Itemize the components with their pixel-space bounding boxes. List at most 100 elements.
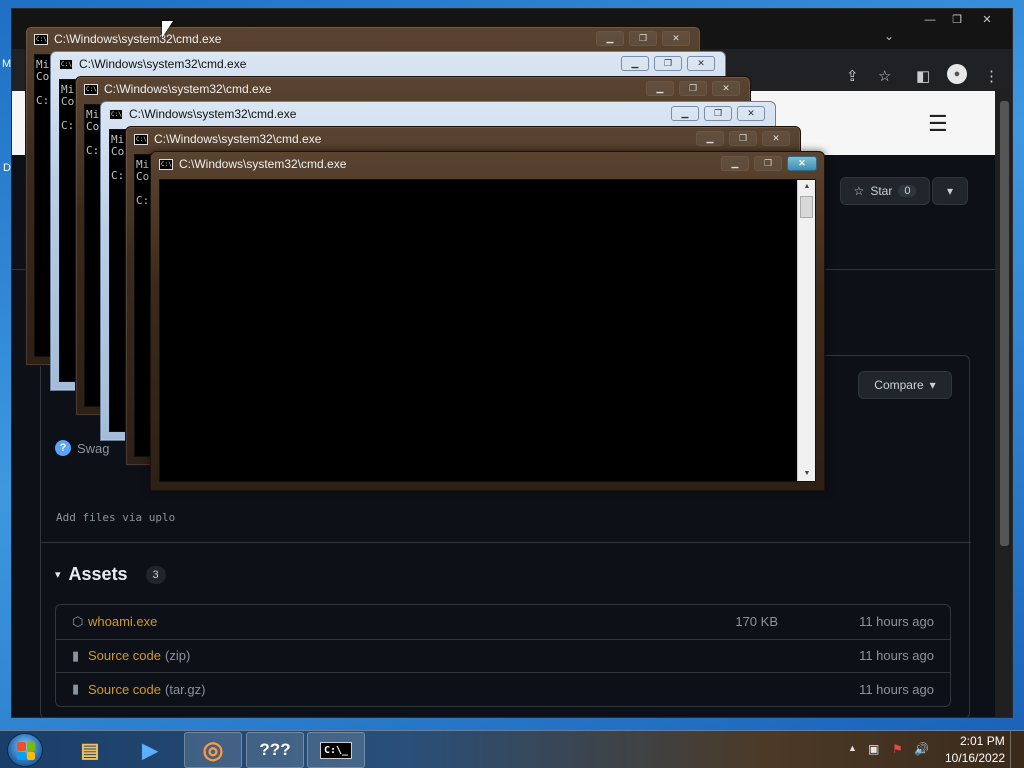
flag-pane: [26, 751, 35, 760]
taskbar: ▤ ▶ ◎??? C:\_ ▲ ▣ ⚑ 🔊 2:01 PM 10/16/2022: [0, 730, 1024, 768]
cmd-title-bar[interactable]: C:\ C:\Windows\system32\cmd.exe: [59, 57, 246, 71]
cmd-close-button[interactable]: ✕: [737, 106, 765, 121]
asset-name-link[interactable]: Source code: [88, 682, 161, 697]
side-panel-icon[interactable]: ◧: [916, 67, 930, 85]
cmd-maximize-button[interactable]: ❐: [654, 56, 682, 71]
cmd-close-button[interactable]: ✕: [787, 156, 817, 171]
cmd-minimize-button[interactable]: ▁: [646, 81, 674, 96]
asset-name-link[interactable]: whoami.exe: [88, 614, 157, 629]
cmd-console[interactable]: ▲ ▼: [159, 179, 816, 482]
asset-row[interactable]: ▮ Source code (tar.gz) 11 hours ago: [56, 672, 950, 706]
cmd-icon: C:\: [84, 83, 98, 95]
star-icon: ☆: [853, 184, 865, 198]
cmd-title-bar[interactable]: C:\ C:\Windows\system32\cmd.exe: [159, 157, 346, 171]
windows-logo-icon: [17, 742, 35, 760]
cmd-close-button[interactable]: ✕: [687, 56, 715, 71]
tab-search-dropdown-icon[interactable]: ⌄: [884, 29, 894, 43]
flag-pane: [17, 742, 26, 751]
asset-row[interactable]: ▮ Source code (zip) 11 hours ago: [56, 638, 950, 673]
asset-date: 11 hours ago: [859, 681, 934, 697]
explorer-taskbar-button[interactable]: ▤: [61, 732, 119, 768]
cmd-window-title: C:\Windows\system32\cmd.exe: [54, 32, 222, 46]
cmd-title-bar[interactable]: C:\ C:\Windows\system32\cmd.exe: [134, 132, 321, 146]
cmd-close-button[interactable]: ✕: [712, 81, 740, 96]
desktop-label: D: [3, 162, 11, 174]
cmd-icon: C:\_: [319, 741, 353, 759]
cmd-window-title: C:\Windows\system32\cmd.exe: [129, 107, 297, 121]
cmd-minimize-button[interactable]: ▁: [596, 31, 624, 46]
show-desktop-button[interactable]: [1010, 731, 1024, 768]
cmd-icon: C:\: [59, 58, 73, 70]
cmd-taskbar-button[interactable]: C:\_: [307, 732, 365, 768]
cmd-minimize-button[interactable]: ▁: [621, 56, 649, 71]
mouse-cursor-icon: [162, 21, 173, 38]
desktop-background: M D — ❐ ✕ ⌄ ⇪ ☆ ◧ ● ⋮ ☰ ☆ Star 0 ▾ Compa…: [0, 0, 1024, 730]
cmd-maximize-button[interactable]: ❐: [704, 106, 732, 121]
browser-menu-icon[interactable]: ⋮: [984, 67, 999, 85]
cmd-title-bar[interactable]: C:\ C:\Windows\system32\cmd.exe: [109, 107, 296, 121]
asset-row[interactable]: ⬡ whoami.exe 170 KB 11 hours ago: [56, 605, 950, 639]
cmd-window-title: C:\Windows\system32\cmd.exe: [104, 82, 272, 96]
browser-minimize-button[interactable]: —: [917, 12, 943, 28]
cmd-window-title: C:\Windows\system32\cmd.exe: [179, 157, 347, 171]
unknown-app-taskbar-button[interactable]: ???: [246, 732, 304, 768]
scroll-up-arrow-icon[interactable]: ▲: [798, 180, 815, 194]
scrollbar-thumb[interactable]: [1000, 101, 1009, 546]
cmd-output-line: Co: [86, 120, 100, 133]
browser-scrollbar[interactable]: [995, 91, 1012, 717]
bookmark-star-icon[interactable]: ☆: [878, 67, 891, 85]
swag-link[interactable]: ? Swag: [55, 440, 110, 456]
cmd-title-bar[interactable]: C:\ C:\Windows\system32\cmd.exe: [84, 82, 271, 96]
hamburger-menu-icon[interactable]: ☰: [928, 111, 948, 137]
action-center-flag-icon[interactable]: ⚑: [892, 742, 903, 756]
cmd-minimize-button[interactable]: ▁: [671, 106, 699, 121]
asset-name-link[interactable]: Source code: [88, 648, 161, 663]
cmd-maximize-button[interactable]: ❐: [679, 81, 707, 96]
question-icon: ???: [259, 740, 291, 759]
cmd-output: Mi Co C:: [86, 109, 99, 157]
cmd-output: Mi Co C:: [36, 59, 49, 107]
question-icon: ?: [55, 440, 71, 456]
desktop-label: M: [2, 58, 12, 70]
cmd-minimize-button[interactable]: ▁: [721, 156, 749, 171]
browser-maximize-button[interactable]: ❐: [944, 12, 970, 28]
network-icon[interactable]: ▣: [868, 742, 879, 756]
scroll-down-arrow-icon[interactable]: ▼: [798, 467, 815, 481]
clock-date[interactable]: 10/16/2022: [945, 751, 1005, 765]
cmd-minimize-button[interactable]: ▁: [696, 131, 724, 146]
cmd-maximize-button[interactable]: ❐: [629, 31, 657, 46]
browser-taskbar-button[interactable]: ◎: [184, 732, 242, 768]
cmd-scroll-thumb[interactable]: [800, 196, 813, 218]
show-hidden-icons-icon[interactable]: ▲: [848, 743, 857, 753]
volume-icon[interactable]: 🔊: [914, 742, 929, 756]
assets-list: ⬡ whoami.exe 170 KB 11 hours ago ▮ Source cod…: [55, 604, 951, 707]
cmd-close-button[interactable]: ✕: [662, 31, 690, 46]
media-player-taskbar-button[interactable]: ▶: [121, 732, 179, 768]
asset-date: 11 hours ago: [859, 648, 934, 664]
file-zip-icon: ▮: [72, 647, 80, 663]
clock-time[interactable]: 2:01 PM: [960, 734, 1005, 748]
share-icon[interactable]: ⇪: [846, 67, 859, 85]
star-dropdown-button[interactable]: ▾: [932, 177, 968, 205]
cmd-output-line: C:: [111, 169, 125, 182]
commit-message: Add files via uplo: [56, 511, 176, 524]
cmd-maximize-button[interactable]: ❐: [729, 131, 757, 146]
cmd-icon: C:\: [159, 158, 173, 170]
cmd-title-bar[interactable]: C:\ C:\Windows\system32\cmd.exe: [34, 32, 221, 46]
browser-close-button[interactable]: ✕: [974, 12, 1000, 28]
media-player-icon: ▶: [142, 739, 158, 762]
asset-date: 11 hours ago: [859, 614, 934, 630]
cmd-output: Mi Co C:: [111, 134, 124, 182]
star-button[interactable]: ☆ Star 0: [840, 177, 930, 205]
profile-avatar-icon[interactable]: ●: [947, 64, 967, 84]
asset-size: 170 KB: [735, 614, 778, 630]
cmd-window-title: C:\Windows\system32\cmd.exe: [79, 57, 247, 71]
cmd-maximize-button[interactable]: ❐: [754, 156, 782, 171]
cmd-output: Mi Co C:: [61, 84, 74, 132]
cmd-window-title: C:\Windows\system32\cmd.exe: [154, 132, 322, 146]
cmd-close-button[interactable]: ✕: [762, 131, 790, 146]
start-button[interactable]: [7, 733, 43, 767]
cmd-window[interactable]: C:\ C:\Windows\system32\cmd.exe ▁ ❐ ✕ ▲ ▼: [150, 151, 825, 491]
cmd-vertical-scrollbar[interactable]: ▲▼: [797, 180, 815, 481]
assets-toggle[interactable]: ▾ Assets 3: [55, 564, 166, 585]
